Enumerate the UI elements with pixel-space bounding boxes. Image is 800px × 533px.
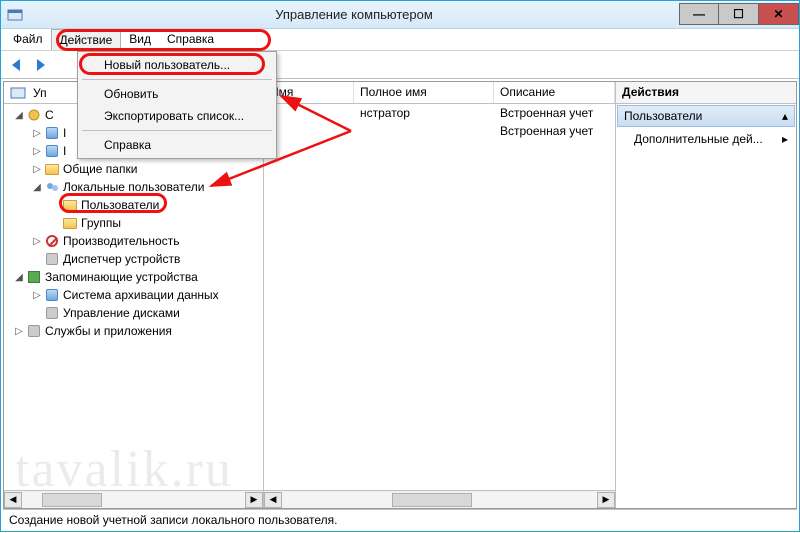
collapse-icon: ▴ [782, 109, 788, 123]
scroll-right-button[interactable]: ▶ [597, 492, 615, 508]
scheduler-icon [44, 125, 60, 141]
tree-body[interactable]: ◢ С ▷ I ▷ I ▷ Общие папки [4, 104, 263, 490]
actions-more-link[interactable]: Дополнительные дей... ▸ [616, 128, 796, 150]
list-hscroll[interactable]: ◀ ▶ [264, 490, 615, 508]
scroll-right-button[interactable]: ▶ [245, 492, 263, 508]
backup-icon [44, 287, 60, 303]
action-context-menu: Новый пользователь... Обновить Экспортир… [77, 51, 277, 159]
maximize-button[interactable]: ☐ [719, 3, 759, 25]
titlebar: Управление компьютером — ☐ ✕ [1, 1, 799, 29]
scroll-left-button[interactable]: ◀ [264, 492, 282, 508]
collapse-icon[interactable]: ◢ [30, 180, 44, 194]
collapse-icon[interactable]: ◢ [12, 108, 26, 122]
list-body[interactable]: нстратор Встроенная учет Встроенная учет [264, 104, 615, 490]
scroll-left-button[interactable]: ◀ [4, 492, 22, 508]
expand-icon[interactable]: ▷ [30, 144, 44, 158]
actions-pane: Действия Пользователи ▴ Дополнительные д… [616, 82, 796, 508]
ctx-export-list[interactable]: Экспортировать список... [80, 105, 274, 127]
expand-icon[interactable]: ▷ [30, 126, 44, 140]
app-window: Управление компьютером — ☐ ✕ Файл Действ… [0, 0, 800, 532]
expand-icon[interactable]: ▷ [12, 324, 26, 338]
tree-device-mgr[interactable]: Диспетчер устройств [4, 250, 263, 268]
close-button[interactable]: ✕ [759, 3, 799, 25]
services-icon [26, 323, 42, 339]
tree-users[interactable]: Пользователи [4, 196, 263, 214]
chevron-right-icon: ▸ [782, 132, 788, 146]
menu-file[interactable]: Файл [5, 29, 51, 50]
col-desc[interactable]: Описание [494, 82, 615, 103]
col-fullname[interactable]: Полное имя [354, 82, 494, 103]
app-icon [7, 7, 23, 23]
disk-icon [44, 305, 60, 321]
tree-storage[interactable]: ◢ Запоминающие устройства [4, 268, 263, 286]
window-controls: — ☐ ✕ [679, 4, 799, 25]
menu-action[interactable]: Действие [51, 29, 122, 50]
list-header: Имя Полное имя Описание [264, 82, 615, 104]
scroll-thumb[interactable] [42, 493, 102, 507]
expand-icon[interactable]: ▷ [30, 162, 44, 176]
ctx-new-user[interactable]: Новый пользователь... [80, 54, 274, 76]
scroll-thumb[interactable] [392, 493, 472, 507]
ctx-help[interactable]: Справка [80, 134, 274, 156]
scroll-track[interactable] [282, 492, 597, 508]
menubar: Файл Действие Вид Справка [1, 29, 799, 51]
minimize-button[interactable]: — [679, 3, 719, 25]
list-row[interactable]: Встроенная учет [264, 122, 615, 140]
performance-icon [44, 233, 60, 249]
expand-icon[interactable]: ▷ [30, 234, 44, 248]
tools-icon [26, 107, 42, 123]
status-text: Создание новой учетной записи локального… [9, 513, 337, 527]
list-pane: Имя Полное имя Описание нстратор Встроен… [264, 82, 616, 508]
tree-disk-mgmt[interactable]: Управление дисками [4, 304, 263, 322]
device-mgr-icon [44, 251, 60, 267]
menu-help[interactable]: Справка [159, 29, 222, 50]
shared-folders-icon [44, 161, 60, 177]
tree-root-trunc: Уп [33, 86, 47, 100]
folder-icon [62, 197, 78, 213]
menu-separator [82, 130, 272, 131]
tree-local-users[interactable]: ◢ Локальные пользователи [4, 178, 263, 196]
list-row[interactable]: нстратор Встроенная учет [264, 104, 615, 122]
menu-separator [82, 79, 272, 80]
users-group-icon [44, 179, 60, 195]
forward-button[interactable] [31, 55, 51, 75]
expand-icon[interactable]: ▷ [30, 288, 44, 302]
col-name[interactable]: Имя [264, 82, 354, 103]
tree-backup[interactable]: ▷ Система архивации данных [4, 286, 263, 304]
tree-shared-folders[interactable]: ▷ Общие папки [4, 160, 263, 178]
computer-mgmt-icon [10, 85, 26, 101]
tree-groups[interactable]: Группы [4, 214, 263, 232]
scroll-track[interactable] [22, 492, 245, 508]
actions-title: Действия [616, 82, 796, 104]
back-button[interactable] [7, 55, 27, 75]
tree-services[interactable]: ▷ Службы и приложения [4, 322, 263, 340]
window-title: Управление компьютером [29, 7, 679, 22]
menu-view[interactable]: Вид [121, 29, 159, 50]
eventviewer-icon [44, 143, 60, 159]
actions-group-header[interactable]: Пользователи ▴ [617, 105, 795, 127]
tree-hscroll[interactable]: ◀ ▶ [4, 490, 263, 508]
tree-performance[interactable]: ▷ Производительность [4, 232, 263, 250]
ctx-refresh[interactable]: Обновить [80, 83, 274, 105]
storage-icon [26, 269, 42, 285]
collapse-icon[interactable]: ◢ [12, 270, 26, 284]
statusbar: Создание новой учетной записи локального… [3, 509, 797, 529]
folder-icon [62, 215, 78, 231]
